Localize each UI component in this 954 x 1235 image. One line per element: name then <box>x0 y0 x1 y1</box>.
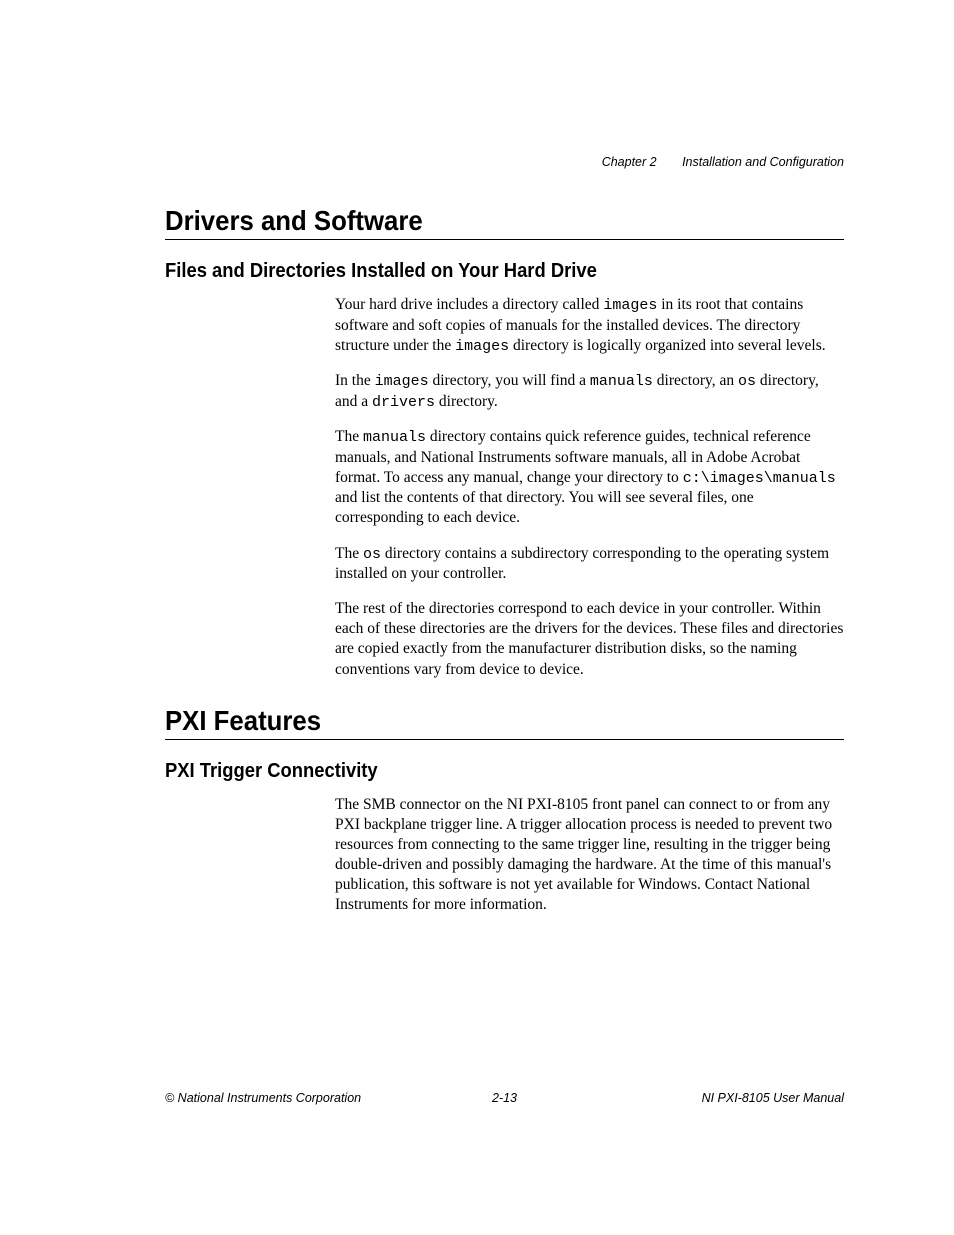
paragraph: The SMB connector on the NI PXI-8105 fro… <box>335 795 844 916</box>
chapter-label: Chapter 2 <box>602 155 657 169</box>
subsection-heading-files: Files and Directories Installed on Your … <box>165 260 790 283</box>
paragraph: In the images directory, you will find a… <box>335 371 844 412</box>
heading-rule <box>165 239 844 240</box>
body-text-trigger: The SMB connector on the NI PXI-8105 fro… <box>335 795 844 916</box>
body-text-files: Your hard drive includes a directory cal… <box>335 295 844 680</box>
code-text: os <box>363 546 381 563</box>
heading-rule <box>165 739 844 740</box>
subsection-heading-trigger: PXI Trigger Connectivity <box>165 760 790 783</box>
code-text: manuals <box>363 429 426 446</box>
code-text: c:\images\manuals <box>683 470 836 487</box>
paragraph: Your hard drive includes a directory cal… <box>335 295 844 356</box>
chapter-title: Installation and Configuration <box>682 155 844 169</box>
running-header: Chapter 2 Installation and Configuration <box>602 155 844 169</box>
paragraph: The manuals directory contains quick ref… <box>335 427 844 528</box>
footer-page-number: 2-13 <box>165 1091 844 1105</box>
code-text: images <box>375 373 429 390</box>
code-text: drivers <box>372 394 435 411</box>
paragraph: The os directory contains a subdirectory… <box>335 544 844 585</box>
paragraph: The rest of the directories correspond t… <box>335 599 844 680</box>
page: Chapter 2 Installation and Configuration… <box>0 0 954 1235</box>
page-footer: © National Instruments Corporation 2-13 … <box>165 1091 844 1105</box>
section-heading-pxi: PXI Features <box>165 705 790 737</box>
code-text: manuals <box>590 373 653 390</box>
code-text: os <box>738 373 756 390</box>
section-heading-drivers: Drivers and Software <box>165 205 790 237</box>
code-text: images <box>603 297 657 314</box>
code-text: images <box>455 338 509 355</box>
